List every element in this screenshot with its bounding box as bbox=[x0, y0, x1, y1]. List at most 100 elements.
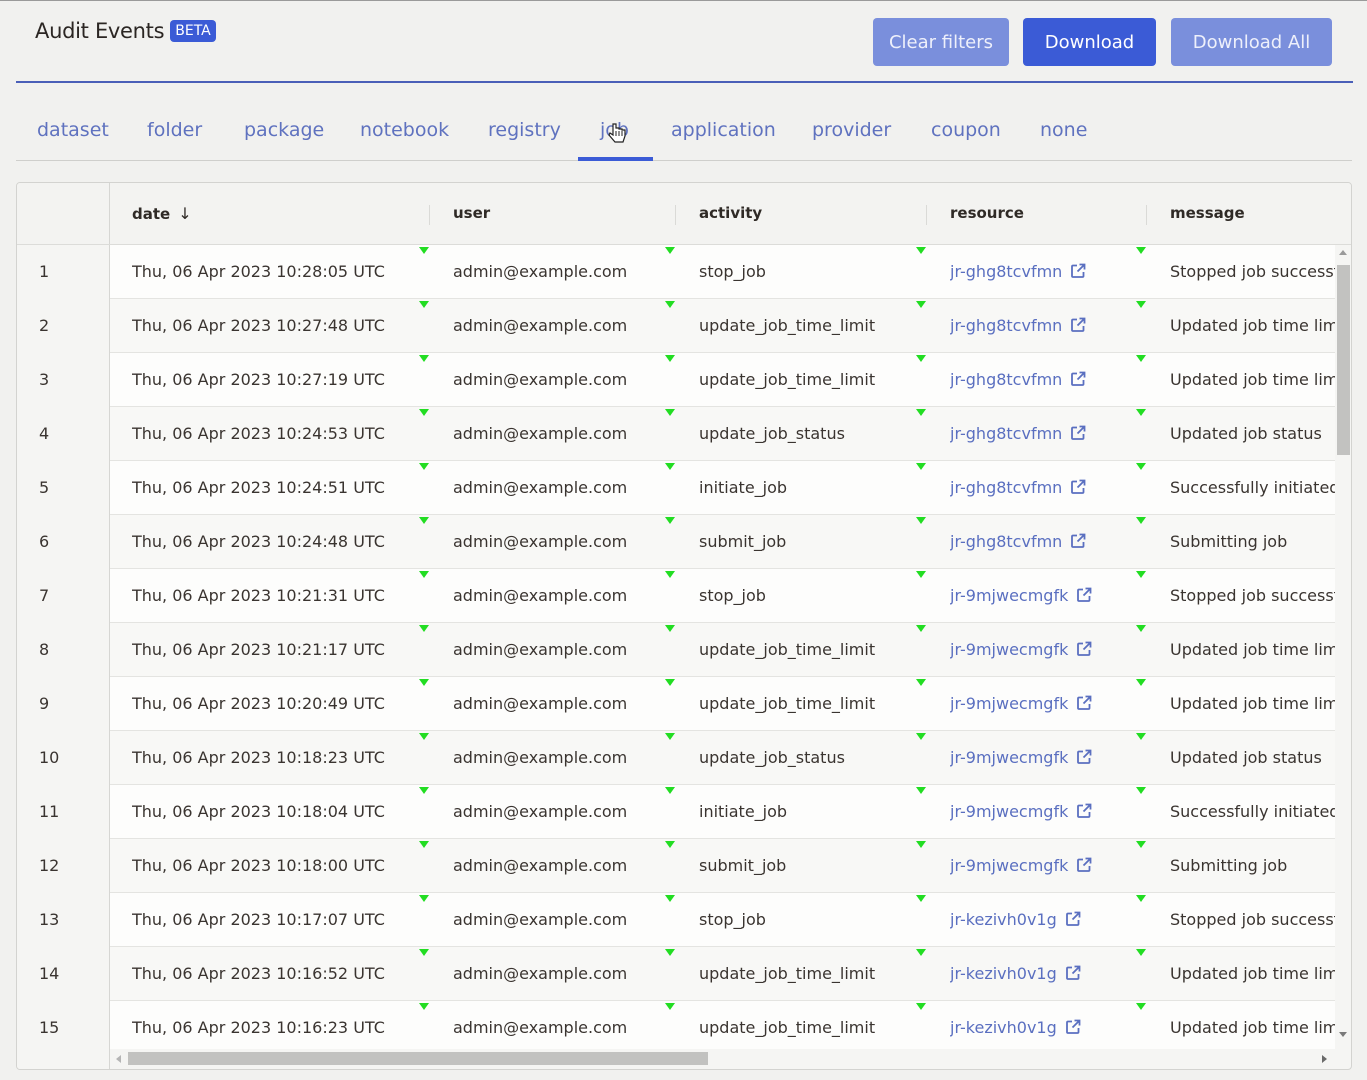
cell-change-marker-icon bbox=[419, 355, 429, 362]
cell-activity: update_job_time_limit bbox=[699, 316, 876, 335]
cell-change-marker-icon bbox=[665, 517, 675, 524]
external-link-icon[interactable] bbox=[1065, 895, 1081, 926]
horizontal-scrollbar[interactable] bbox=[110, 1049, 1335, 1069]
cell-resource: jr-9mjwecmgfk bbox=[950, 731, 1150, 785]
cell-change-marker-icon bbox=[419, 841, 429, 848]
tab-job[interactable]: job bbox=[578, 119, 653, 161]
external-link-icon[interactable] bbox=[1076, 733, 1092, 764]
column-resize-handle[interactable] bbox=[675, 205, 676, 225]
clear-filters-button[interactable]: Clear filters bbox=[873, 18, 1009, 66]
sort-descending-icon[interactable]: ↓ bbox=[178, 204, 191, 223]
resource-link[interactable]: jr-kezivh0v1g bbox=[950, 964, 1057, 983]
table-row[interactable]: 2 Thu, 06 Apr 2023 10:27:48 UTC admin@exam… bbox=[17, 299, 1335, 353]
tab-folder[interactable]: folder bbox=[147, 119, 202, 141]
cell-user: admin@example.com bbox=[453, 532, 628, 551]
column-resize-handle[interactable] bbox=[926, 205, 927, 225]
cell-activity: update_job_time_limit bbox=[699, 640, 876, 659]
column-header-message[interactable]: message bbox=[1170, 204, 1245, 222]
cell-change-marker-icon bbox=[1136, 787, 1146, 794]
tab-registry[interactable]: registry bbox=[488, 119, 561, 141]
table-row[interactable]: 14 Thu, 06 Apr 2023 10:16:52 UTC admin@exa… bbox=[17, 947, 1335, 1001]
column-header-date[interactable]: date ↓ bbox=[132, 204, 192, 223]
cell-change-marker-icon bbox=[1136, 949, 1146, 956]
cell-change-marker-icon bbox=[916, 409, 926, 416]
vertical-scrollbar[interactable] bbox=[1335, 245, 1351, 1049]
tab-application[interactable]: application bbox=[671, 119, 776, 141]
table-row[interactable]: 11 Thu, 06 Apr 2023 10:18:04 UTC admin@exa… bbox=[17, 785, 1335, 839]
resource-link[interactable]: jr-ghg8tcvfmn bbox=[950, 262, 1062, 281]
external-link-icon[interactable] bbox=[1070, 409, 1086, 440]
external-link-icon[interactable] bbox=[1076, 571, 1092, 602]
external-link-icon[interactable] bbox=[1076, 679, 1092, 710]
external-link-icon[interactable] bbox=[1065, 1003, 1081, 1034]
resource-link[interactable]: jr-ghg8tcvfmn bbox=[950, 370, 1062, 389]
resource-link[interactable]: jr-ghg8tcvfmn bbox=[950, 316, 1062, 335]
table-row[interactable]: 15 Thu, 06 Apr 2023 10:16:23 UTC admin@exa… bbox=[17, 1001, 1335, 1049]
resource-link[interactable]: jr-kezivh0v1g bbox=[950, 1018, 1057, 1037]
resource-link[interactable]: jr-9mjwecmgfk bbox=[950, 748, 1068, 767]
column-resize-handle[interactable] bbox=[429, 205, 430, 225]
table-row[interactable]: 5 Thu, 06 Apr 2023 10:24:51 UTC admin@exam… bbox=[17, 461, 1335, 515]
table-row[interactable]: 10 Thu, 06 Apr 2023 10:18:23 UTC admin@exa… bbox=[17, 731, 1335, 785]
resource-link[interactable]: jr-9mjwecmgfk bbox=[950, 856, 1068, 875]
cell-change-marker-icon bbox=[665, 895, 675, 902]
table-row[interactable]: 1 Thu, 06 Apr 2023 10:28:05 UTC admin@exam… bbox=[17, 245, 1335, 299]
cell-message: Updated job status bbox=[1170, 748, 1322, 767]
cell-resource: jr-kezivh0v1g bbox=[950, 893, 1150, 947]
external-link-icon[interactable] bbox=[1076, 787, 1092, 818]
cell-date: Thu, 06 Apr 2023 10:18:23 UTC bbox=[132, 748, 385, 767]
vertical-scroll-thumb[interactable] bbox=[1337, 265, 1350, 455]
row-number: 13 bbox=[17, 893, 110, 947]
resource-link[interactable]: jr-ghg8tcvfmn bbox=[950, 532, 1062, 551]
scroll-right-icon[interactable] bbox=[1322, 1055, 1327, 1063]
tab-dataset[interactable]: dataset bbox=[37, 119, 109, 141]
tab-coupon[interactable]: coupon bbox=[931, 119, 1001, 141]
resource-link[interactable]: jr-9mjwecmgfk bbox=[950, 694, 1068, 713]
table-row[interactable]: 6 Thu, 06 Apr 2023 10:24:48 UTC admin@exam… bbox=[17, 515, 1335, 569]
tab-package[interactable]: package bbox=[244, 119, 324, 141]
page-header: Audit Events BETA Clear filters Download… bbox=[16, 1, 1353, 83]
cell-change-marker-icon bbox=[419, 517, 429, 524]
download-all-button[interactable]: Download All bbox=[1171, 18, 1332, 66]
cell-activity: update_job_status bbox=[699, 748, 845, 767]
table-row[interactable]: 8 Thu, 06 Apr 2023 10:21:17 UTC admin@exam… bbox=[17, 623, 1335, 677]
scroll-down-icon[interactable] bbox=[1339, 1032, 1347, 1037]
table-row[interactable]: 4 Thu, 06 Apr 2023 10:24:53 UTC admin@exam… bbox=[17, 407, 1335, 461]
resource-link[interactable]: jr-9mjwecmgfk bbox=[950, 586, 1068, 605]
external-link-icon[interactable] bbox=[1070, 247, 1086, 278]
tab-provider[interactable]: provider bbox=[812, 119, 891, 141]
column-header-user[interactable]: user bbox=[453, 204, 490, 222]
column-header-resource[interactable]: resource bbox=[950, 204, 1024, 222]
cell-date: Thu, 06 Apr 2023 10:18:04 UTC bbox=[132, 802, 385, 821]
cell-change-marker-icon bbox=[1136, 571, 1146, 578]
resource-link[interactable]: jr-9mjwecmgfk bbox=[950, 640, 1068, 659]
tab-none[interactable]: none bbox=[1040, 119, 1087, 141]
table-row[interactable]: 12 Thu, 06 Apr 2023 10:18:00 UTC admin@exa… bbox=[17, 839, 1335, 893]
external-link-icon[interactable] bbox=[1070, 355, 1086, 386]
table-row[interactable]: 13 Thu, 06 Apr 2023 10:17:07 UTC admin@exa… bbox=[17, 893, 1335, 947]
external-link-icon[interactable] bbox=[1070, 301, 1086, 332]
resource-link[interactable]: jr-9mjwecmgfk bbox=[950, 802, 1068, 821]
table-row[interactable]: 3 Thu, 06 Apr 2023 10:27:19 UTC admin@exam… bbox=[17, 353, 1335, 407]
scroll-left-icon[interactable] bbox=[116, 1055, 121, 1063]
download-button[interactable]: Download bbox=[1023, 18, 1156, 66]
horizontal-scroll-thumb[interactable] bbox=[128, 1052, 708, 1065]
column-header-activity[interactable]: activity bbox=[699, 204, 762, 222]
cell-activity: stop_job bbox=[699, 262, 766, 281]
external-link-icon[interactable] bbox=[1076, 625, 1092, 656]
table-row[interactable]: 7 Thu, 06 Apr 2023 10:21:31 UTC admin@exam… bbox=[17, 569, 1335, 623]
cell-user: admin@example.com bbox=[453, 802, 628, 821]
column-resize-handle[interactable] bbox=[1146, 205, 1147, 225]
cell-change-marker-icon bbox=[916, 895, 926, 902]
tab-notebook[interactable]: notebook bbox=[360, 119, 449, 141]
external-link-icon[interactable] bbox=[1070, 463, 1086, 494]
resource-link[interactable]: jr-kezivh0v1g bbox=[950, 910, 1057, 929]
table-row[interactable]: 9 Thu, 06 Apr 2023 10:20:49 UTC admin@exam… bbox=[17, 677, 1335, 731]
resource-link[interactable]: jr-ghg8tcvfmn bbox=[950, 478, 1062, 497]
external-link-icon[interactable] bbox=[1070, 517, 1086, 548]
resource-link[interactable]: jr-ghg8tcvfmn bbox=[950, 424, 1062, 443]
external-link-icon[interactable] bbox=[1065, 949, 1081, 980]
row-number: 4 bbox=[17, 407, 110, 461]
external-link-icon[interactable] bbox=[1076, 841, 1092, 872]
scroll-up-icon[interactable] bbox=[1339, 250, 1347, 255]
